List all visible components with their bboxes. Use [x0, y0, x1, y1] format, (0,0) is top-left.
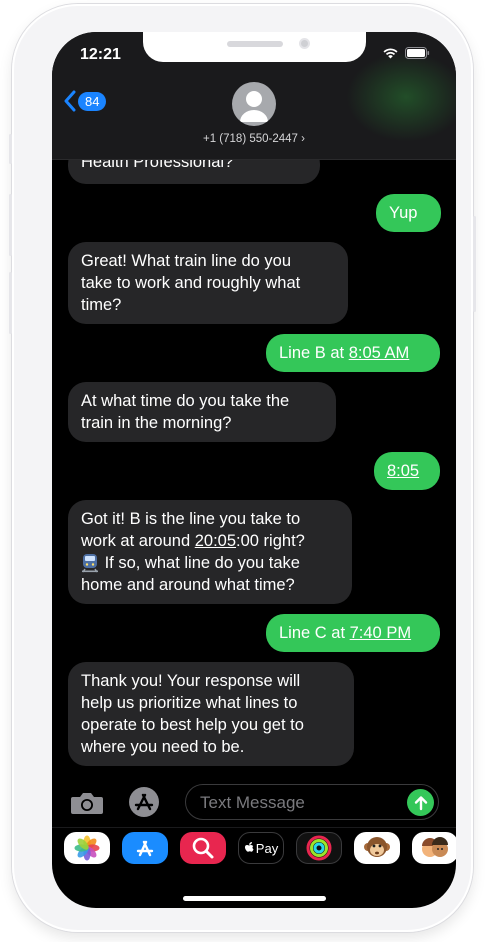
volume-down-button: [9, 272, 12, 334]
contact-number[interactable]: +1 (718) 550-2447 ›: [52, 133, 456, 145]
message-outgoing: Line C at 7:40 PM: [266, 614, 440, 652]
message-line: operate to best help you get to: [81, 716, 304, 734]
train-emoji-icon: [82, 554, 98, 573]
status-time: 12:21: [80, 46, 121, 63]
speaker: [227, 41, 283, 47]
message-line: Great! What train line do you: [81, 252, 292, 270]
message-line: home and around what time?: [81, 576, 295, 594]
message-line: where you need to be.: [81, 738, 245, 756]
message-line: train in the morning?: [81, 414, 232, 432]
contact-avatar[interactable]: [232, 82, 276, 126]
message-incoming: Great! What train line do you take to wo…: [68, 242, 348, 324]
power-button: [473, 216, 476, 312]
person-icon: [240, 91, 268, 122]
apple-logo-icon: [244, 842, 254, 852]
activity-icon: [306, 835, 332, 861]
phone-frame: 12:21 84 +1 (718) 550-2447 › Health Prof…: [9, 4, 476, 932]
unread-count-badge: 84: [78, 91, 107, 111]
message-incoming: At what time do you take the train in th…: [68, 382, 336, 442]
app-store-icon: [129, 787, 159, 817]
memoji-app[interactable]: [412, 832, 456, 864]
time-link[interactable]: 20:05: [195, 532, 236, 550]
message-line: take to work and roughly what: [81, 274, 301, 292]
message-text: If so, what line do you take: [100, 554, 300, 572]
memoji-icon: [422, 837, 448, 857]
time-link[interactable]: 8:05 AM: [349, 344, 410, 362]
front-camera: [299, 38, 310, 49]
message-outgoing: Yup: [376, 194, 441, 232]
send-button[interactable]: [407, 789, 434, 816]
header-glow: [346, 52, 456, 142]
notch: [143, 32, 366, 62]
battery-icon: [405, 47, 430, 59]
back-button[interactable]: 84: [64, 90, 107, 112]
message-text: work at around: [81, 532, 195, 550]
message-line: help us prioritize what lines to: [81, 694, 298, 712]
monkey-memoji-app[interactable]: [354, 832, 400, 864]
message-input-placeholder: Text Message: [200, 793, 305, 812]
message-text: Line C at: [279, 624, 350, 642]
message-outgoing: Line B at 8:05 AM: [266, 334, 440, 372]
home-indicator[interactable]: [183, 896, 326, 901]
message-text: Yup: [389, 204, 418, 222]
time-link[interactable]: 8:05: [387, 462, 419, 480]
arrow-up-icon: [414, 795, 427, 810]
camera-icon: [71, 793, 103, 814]
message-incoming: Got it! B is the line you take to work a…: [68, 500, 352, 604]
message-line: If so, what line do you take: [81, 552, 339, 574]
message-outgoing: 8:05: [374, 452, 440, 490]
photos-icon: [74, 835, 100, 861]
apple-pay-app[interactable]: Pay: [238, 832, 284, 864]
message-text: Line B at: [279, 344, 349, 362]
app-store-icon: [136, 840, 154, 857]
monkey-memoji-icon: [364, 837, 390, 857]
message-line: time?: [81, 296, 122, 314]
app-store-button[interactable]: [126, 786, 162, 823]
composer-bar: Text Message: [52, 772, 456, 822]
photos-app[interactable]: [64, 832, 110, 864]
status-icons: [382, 47, 430, 59]
camera-button[interactable]: [70, 790, 104, 821]
activity-app[interactable]: [296, 832, 342, 864]
wifi-icon: [383, 48, 398, 59]
message-line: Got it! B is the line you take to: [81, 510, 301, 528]
app-store-app[interactable]: [122, 832, 168, 864]
message-incoming: Thank you! Your response will help us pr…: [68, 662, 354, 766]
chevron-left-icon: [64, 90, 76, 112]
search-images-app[interactable]: [180, 832, 226, 864]
message-text: :00 right?: [236, 532, 305, 550]
screen: 12:21 84 +1 (718) 550-2447 › Health Prof…: [52, 32, 456, 908]
message-line: work at around 20:05:00 right?: [81, 530, 339, 552]
search-images-icon: [192, 837, 214, 859]
time-link[interactable]: 7:40 PM: [350, 624, 411, 642]
message-line: At what time do you take the: [81, 392, 290, 410]
message-input[interactable]: Text Message: [185, 784, 439, 820]
mute-switch: [9, 134, 12, 164]
app-drawer: Pay: [52, 827, 456, 871]
message-line: Thank you! Your response will: [81, 672, 301, 690]
volume-up-button: [9, 194, 12, 256]
apple-pay-label: Pay: [255, 840, 279, 856]
